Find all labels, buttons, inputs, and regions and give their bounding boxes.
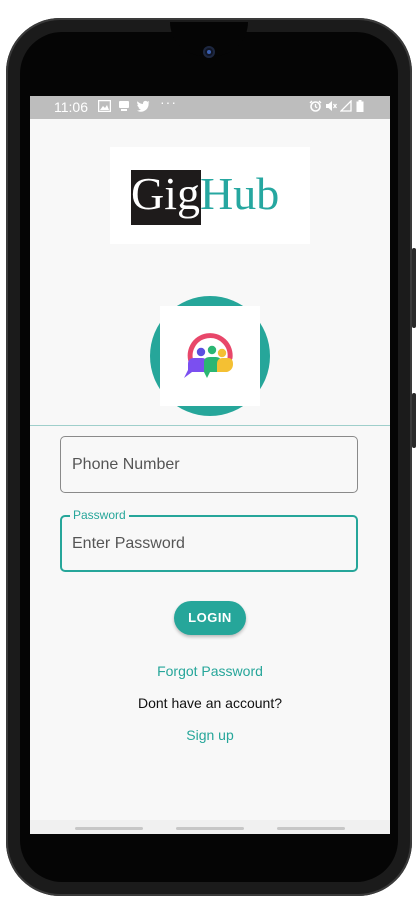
gesture-nav-bar <box>30 820 390 834</box>
image-icon <box>98 100 111 112</box>
community-chat-icon <box>184 333 233 378</box>
phone-number-field[interactable]: Phone Number <box>60 436 358 493</box>
signal-icon <box>340 100 352 112</box>
password-field[interactable]: Password Enter Password <box>60 508 358 572</box>
more-dots-icon: ··· <box>160 96 177 110</box>
volume-button <box>412 248 416 328</box>
login-button[interactable]: LOGIN <box>174 601 246 635</box>
status-time: 11:06 <box>54 99 88 115</box>
sign-up-link[interactable]: Sign up <box>30 727 390 743</box>
no-account-text: Dont have an account? <box>138 695 282 711</box>
nav-handle-right[interactable] <box>277 827 345 830</box>
password-placeholder: Enter Password <box>72 535 185 552</box>
twitter-icon <box>137 100 150 112</box>
notification-icon <box>119 101 129 111</box>
app-icon <box>160 306 260 406</box>
gighub-logo: Gig Hub <box>110 147 310 244</box>
alarm-icon <box>309 100 322 112</box>
power-button <box>412 393 416 448</box>
phone-number-placeholder: Phone Number <box>72 456 180 473</box>
status-bar: 11:06 ··· <box>30 96 390 119</box>
nav-handle-left[interactable] <box>75 827 143 830</box>
screen: 11:06 ··· Gig Hub Phone Number Password … <box>30 96 390 834</box>
password-label: Password <box>70 508 129 522</box>
battery-icon <box>356 100 364 112</box>
logo-text-hub: Hub <box>200 168 280 219</box>
nav-handle-center[interactable] <box>176 827 244 830</box>
camera-lens <box>203 46 215 58</box>
header-divider <box>30 425 390 426</box>
forgot-password-link[interactable]: Forgot Password <box>30 663 390 679</box>
mute-icon <box>326 101 337 111</box>
logo-text-gig: Gig <box>131 168 200 219</box>
